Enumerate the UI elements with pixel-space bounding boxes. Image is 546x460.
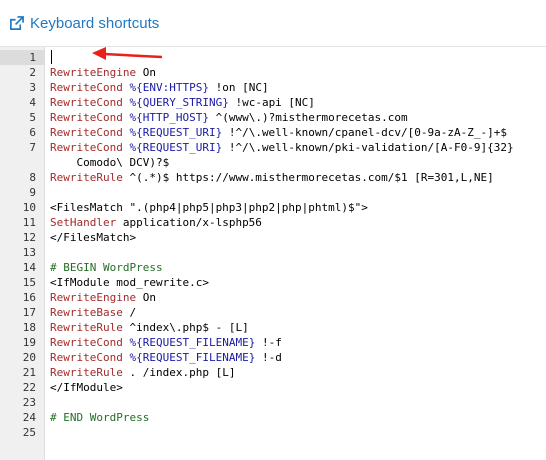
- line-number: 10: [22, 201, 36, 214]
- line-text: Comodo\ DCV)?$: [50, 156, 170, 169]
- text-cursor: [51, 50, 52, 64]
- code-line[interactable]: 20 RewriteCond %{REQUEST_FILENAME} !-d: [0, 350, 546, 365]
- line-number: 4: [29, 96, 36, 109]
- code-line[interactable]: 18 RewriteRule ^index\.php$ - [L]: [0, 320, 546, 335]
- annotation-arrow: [92, 47, 163, 60]
- line-number: 22: [22, 381, 36, 394]
- code-line[interactable]: Comodo\ DCV)?$: [0, 155, 546, 170]
- line-number: 2: [29, 66, 36, 79]
- code-line[interactable]: 10 <FilesMatch ".(php4|php5|php3|php2|php…: [0, 200, 546, 215]
- line-text: RewriteRule ^(.*)$ https://www.misthermo…: [50, 171, 494, 184]
- code-line[interactable]: 16 RewriteEngine On: [0, 290, 546, 305]
- line-text: RewriteBase /: [50, 306, 137, 319]
- line-text: RewriteCond %{ENV:HTTPS} !on [NC]: [50, 81, 269, 94]
- code-line[interactable]: 4 RewriteCond %{QUERY_STRING} !wc-api [NC…: [0, 95, 546, 110]
- keyboard-shortcuts-link[interactable]: Keyboard shortcuts: [9, 15, 159, 32]
- line-number: 25: [22, 426, 36, 439]
- code-line[interactable]: 19 RewriteCond %{REQUEST_FILENAME} !-f: [0, 335, 546, 350]
- line-text: <FilesMatch ".(php4|php5|php3|php2|php|p…: [50, 201, 368, 214]
- line-text: RewriteCond %{REQUEST_URI} !^/\.well-kno…: [50, 141, 514, 154]
- line-number: 17: [22, 306, 36, 319]
- code-line[interactable]: 17 RewriteBase /: [0, 305, 546, 320]
- line-text: <IfModule mod_rewrite.c>: [50, 276, 209, 289]
- code-line[interactable]: 15 <IfModule mod_rewrite.c>: [0, 275, 546, 290]
- line-text: RewriteRule ^index\.php$ - [L]: [50, 321, 249, 334]
- keyboard-shortcuts-label: Keyboard shortcuts: [30, 15, 160, 32]
- code-line[interactable]: 25: [0, 425, 546, 440]
- line-number: 16: [22, 291, 36, 304]
- code-line[interactable]: 13: [0, 245, 546, 260]
- code-line[interactable]: 9: [0, 185, 546, 200]
- line-text: RewriteCond %{HTTP_HOST} ^(www\.)?misthe…: [50, 111, 408, 124]
- code-line[interactable]: 3 RewriteCond %{ENV:HTTPS} !on [NC]: [0, 80, 546, 95]
- line-number: 18: [22, 321, 36, 334]
- line-text: RewriteCond %{REQUEST_FILENAME} !-d: [50, 351, 282, 364]
- line-number: 14: [22, 261, 36, 274]
- line-number: 6: [29, 126, 36, 139]
- line-text: RewriteCond %{QUERY_STRING} !wc-api [NC]: [50, 96, 315, 109]
- line-text: RewriteCond %{REQUEST_URI} !^/\.well-kno…: [50, 126, 507, 139]
- line-text: </FilesMatch>: [50, 231, 137, 244]
- code-line[interactable]: 11 SetHandler application/x-lsphp56: [0, 215, 546, 230]
- line-number: 3: [29, 81, 36, 94]
- code-line[interactable]: 21 RewriteRule . /index.php [L]: [0, 365, 546, 380]
- code-line[interactable]: 14 # BEGIN WordPress: [0, 260, 546, 275]
- line-number: 7: [29, 141, 36, 154]
- code-line[interactable]: 8 RewriteRule ^(.*)$ https://www.mistherm…: [0, 170, 546, 185]
- line-text: </IfModule>: [50, 381, 123, 394]
- line-text: SetHandler application/x-lsphp56: [50, 216, 262, 229]
- line-number: 11: [22, 216, 36, 229]
- line-number: 1: [0, 50, 44, 65]
- code-line[interactable]: 2 RewriteEngine On: [0, 65, 546, 80]
- code-line[interactable]: 24 # END WordPress: [0, 410, 546, 425]
- line-text: RewriteCond %{REQUEST_FILENAME} !-f: [50, 336, 282, 349]
- editor-toolbar: Keyboard shortcuts: [0, 0, 546, 47]
- external-link-icon: [10, 16, 24, 30]
- code-line[interactable]: 5 RewriteCond %{HTTP_HOST} ^(www\.)?misth…: [0, 110, 546, 125]
- line-number: 5: [29, 111, 36, 124]
- line-number: 8: [29, 171, 36, 184]
- code-line[interactable]: 22 </IfModule>: [0, 380, 546, 395]
- line-number: 24: [22, 411, 36, 424]
- code-line[interactable]: 1: [0, 50, 546, 65]
- code-line[interactable]: 23: [0, 395, 546, 410]
- line-number: 20: [22, 351, 36, 364]
- line-number: 21: [22, 366, 36, 379]
- line-number: 13: [22, 246, 36, 259]
- code-line[interactable]: 12 </FilesMatch>: [0, 230, 546, 245]
- line-text: # END WordPress: [50, 411, 150, 424]
- line-number: 23: [22, 396, 36, 409]
- code-line[interactable]: 6 RewriteCond %{REQUEST_URI} !^/\.well-kn…: [0, 125, 546, 140]
- line-text: RewriteRule . /index.php [L]: [50, 366, 236, 379]
- code-editor[interactable]: 1 2 RewriteEngine On 3 RewriteCond %{ENV:HTT…: [0, 47, 546, 460]
- line-number: 12: [22, 231, 36, 244]
- code-line[interactable]: 7 RewriteCond %{REQUEST_URI} !^/\.well-kn…: [0, 140, 546, 155]
- line-number: 19: [22, 336, 36, 349]
- line-text: # BEGIN WordPress: [50, 261, 163, 274]
- line-text: RewriteEngine On: [50, 291, 156, 304]
- line-text: RewriteEngine On: [50, 66, 156, 79]
- line-number: 9: [29, 186, 36, 199]
- line-number: 15: [22, 276, 36, 289]
